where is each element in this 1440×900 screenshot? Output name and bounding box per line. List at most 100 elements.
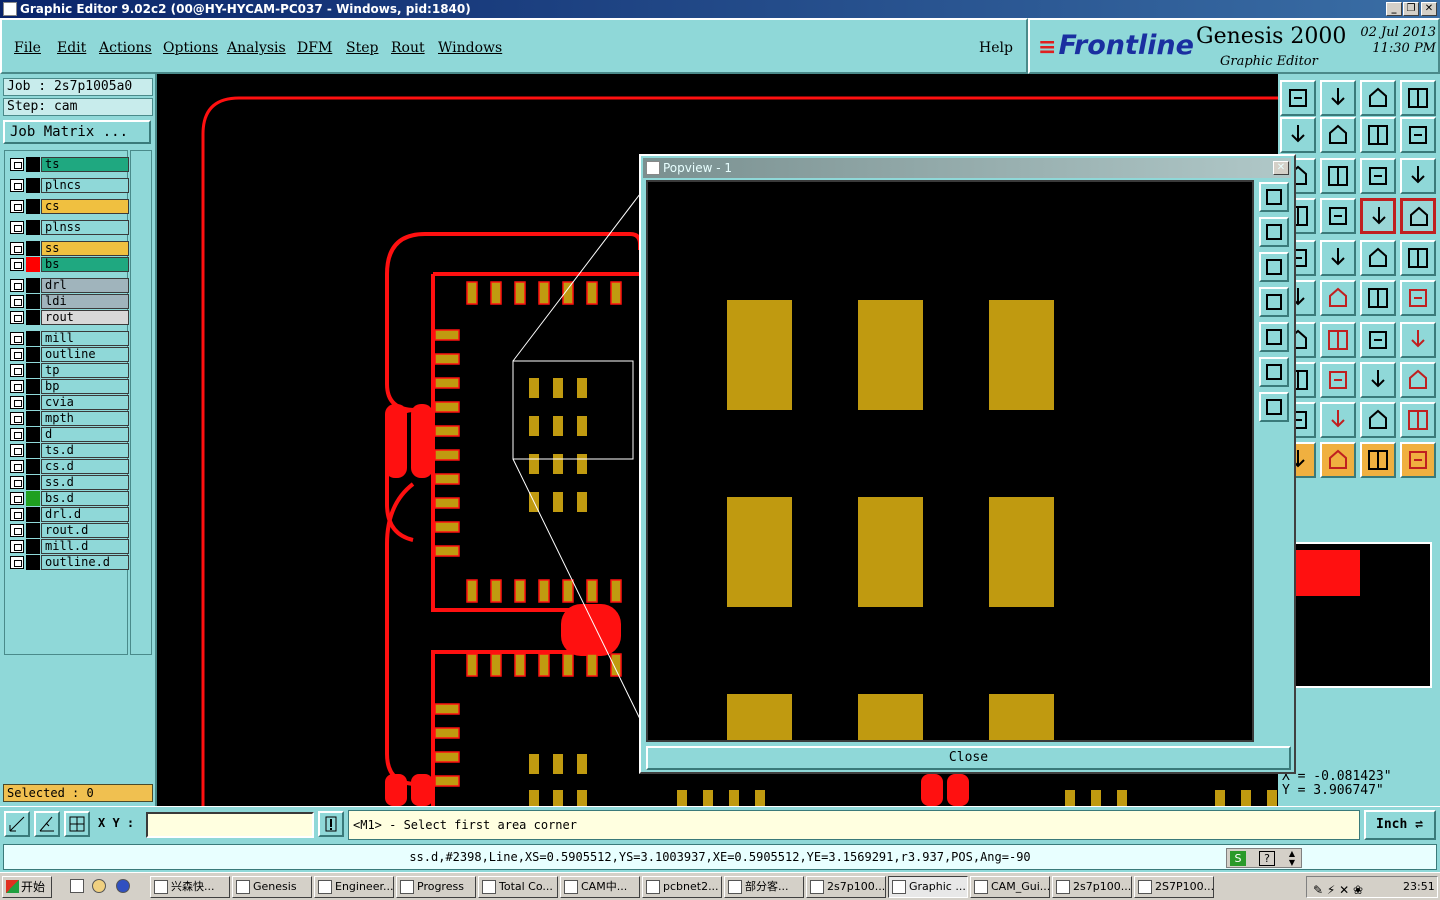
taskbar-item[interactable]: 2s7p100... — [806, 876, 886, 898]
segment-tool[interactable] — [1320, 362, 1356, 398]
zoomed-pad[interactable] — [727, 497, 792, 607]
layer-checkbox[interactable] — [10, 540, 24, 553]
layer-affected-mark[interactable] — [26, 475, 40, 490]
taskbar-item[interactable]: 2s7p100... — [1052, 876, 1132, 898]
save-tool[interactable] — [1320, 80, 1356, 116]
grid-snap-button[interactable] — [64, 811, 90, 837]
layer-checkbox[interactable] — [10, 396, 24, 409]
layer-affected-mark[interactable] — [26, 411, 40, 426]
ime-toolbar[interactable]: S ? ▲ ▼ — [1226, 848, 1302, 868]
menu-windows[interactable]: Windows — [438, 40, 502, 56]
popview-open-tool[interactable] — [1259, 217, 1289, 247]
layer-row-plncs[interactable]: plncs — [8, 178, 129, 193]
layer-affected-mark[interactable] — [26, 331, 40, 346]
layer-checkbox[interactable] — [10, 332, 24, 345]
menu-analysis[interactable]: Analysis — [227, 40, 286, 56]
layer-row-mill[interactable]: mill — [8, 331, 129, 346]
job-matrix-button[interactable]: Job Matrix ... — [3, 120, 151, 144]
slash-tool[interactable] — [1320, 322, 1356, 358]
snap-tool[interactable] — [1360, 198, 1396, 234]
shape-tool[interactable] — [1400, 362, 1436, 398]
taskbar-item[interactable]: 兴森快... — [150, 876, 230, 898]
layer-row-ss-d[interactable]: ss.d — [8, 475, 129, 490]
layer-checkbox[interactable] — [10, 508, 24, 521]
popview-close-x-button[interactable]: ✕ — [1273, 161, 1289, 175]
popview-canvas[interactable] — [646, 180, 1254, 742]
path-tool[interactable] — [1400, 442, 1436, 478]
home-tool[interactable] — [1360, 80, 1396, 116]
snap-center-tool[interactable] — [1400, 198, 1436, 234]
info-button[interactable] — [318, 811, 344, 837]
close-window-button[interactable]: ✕ — [1421, 2, 1437, 16]
layer-list-scrollbar[interactable] — [130, 150, 152, 655]
layer-row-ldi[interactable]: ldi — [8, 294, 129, 309]
popview-export-tool[interactable] — [1259, 322, 1289, 352]
layer-row-rout[interactable]: rout — [8, 310, 129, 325]
ruler-tool[interactable] — [1360, 240, 1396, 276]
quicklaunch-clock-icon[interactable] — [92, 879, 106, 893]
minimize-button[interactable]: _ — [1386, 2, 1402, 16]
layer-checkbox[interactable] — [10, 348, 24, 361]
edge-tool[interactable] — [1400, 280, 1436, 316]
layer-affected-mark[interactable] — [26, 199, 40, 214]
export-tool[interactable] — [1320, 117, 1356, 153]
layer-checkbox[interactable] — [10, 524, 24, 537]
layer-affected-mark[interactable] — [26, 278, 40, 293]
window-title-bar[interactable]: Graphic Editor 9.02c2 (00@HY-HYCAM-PC037… — [0, 0, 1440, 18]
taskbar-item[interactable]: Graphic ... — [888, 876, 968, 898]
select-arrow-tool[interactable] — [1360, 442, 1396, 478]
layer-affected-mark[interactable] — [26, 310, 40, 325]
layer-affected-mark[interactable] — [26, 379, 40, 394]
connect-tool[interactable] — [1360, 280, 1396, 316]
zoomed-pad[interactable] — [989, 694, 1054, 740]
taskbar-item[interactable]: 部分客... — [724, 876, 804, 898]
zoomed-pad[interactable] — [858, 300, 923, 410]
triangle-tool[interactable] — [1320, 402, 1356, 438]
menu-edit[interactable]: Edit — [57, 40, 86, 56]
quicklaunch-browser-icon[interactable] — [116, 879, 130, 893]
ime-icon[interactable]: S — [1230, 851, 1246, 866]
layout-tool[interactable] — [1400, 80, 1436, 116]
menu-options[interactable]: Options — [163, 40, 218, 56]
layer-affected-mark[interactable] — [26, 363, 40, 378]
start-button[interactable]: 开始 — [2, 876, 52, 898]
scroll-arrows-icon[interactable]: ▲ ▼ — [1285, 849, 1299, 867]
taskbar-item[interactable]: 2S7P100... — [1134, 876, 1214, 898]
import-tool[interactable] — [1280, 117, 1316, 153]
layer-affected-mark[interactable] — [26, 178, 40, 193]
quicklaunch-desktop-icon[interactable] — [70, 879, 84, 893]
maximize-button[interactable]: ❐ — [1403, 2, 1419, 16]
layer-row-mpth[interactable]: mpth — [8, 411, 129, 426]
pad-tool[interactable] — [1400, 240, 1436, 276]
layer-row-drl[interactable]: drl — [8, 278, 129, 293]
layer-row-rout-d[interactable]: rout.d — [8, 523, 129, 538]
popview-fit-tool[interactable] — [1259, 357, 1289, 387]
cross-tool[interactable] — [1320, 280, 1356, 316]
layer-checkbox[interactable] — [10, 200, 24, 213]
layer-checkbox[interactable] — [10, 380, 24, 393]
layer-checkbox[interactable] — [10, 428, 24, 441]
layer-affected-mark[interactable] — [26, 491, 40, 506]
zoomed-pad[interactable] — [858, 694, 923, 740]
layer-checkbox[interactable] — [10, 279, 24, 292]
zoom-1to1-tool[interactable] — [1360, 158, 1396, 194]
menu-dfm[interactable]: DFM — [297, 40, 332, 56]
layer-row-ts-d[interactable]: ts.d — [8, 443, 129, 458]
layer-affected-mark[interactable] — [26, 507, 40, 522]
layer-row-cs-d[interactable]: cs.d — [8, 459, 129, 474]
popview-window[interactable]: Popview - 1 ✕ Close — [639, 154, 1296, 774]
route-tool[interactable] — [1320, 240, 1356, 276]
layer-row-outline[interactable]: outline — [8, 347, 129, 362]
popview-save-tool[interactable] — [1259, 252, 1289, 282]
layer-checkbox[interactable] — [10, 556, 24, 569]
taskbar-item[interactable]: Genesis — [232, 876, 312, 898]
redo-tool[interactable] — [1400, 117, 1436, 153]
layer-row-bs-d[interactable]: bs.d — [8, 491, 129, 506]
layer-checkbox[interactable] — [10, 242, 24, 255]
layer-row-outline-d[interactable]: outline.d — [8, 555, 129, 570]
popview-import-tool[interactable] — [1259, 287, 1289, 317]
taskbar-item[interactable]: CAM中... — [560, 876, 640, 898]
menu-file[interactable]: File — [14, 40, 41, 56]
layer-row-tp[interactable]: tp — [8, 363, 129, 378]
layer-affected-mark[interactable] — [26, 427, 40, 442]
